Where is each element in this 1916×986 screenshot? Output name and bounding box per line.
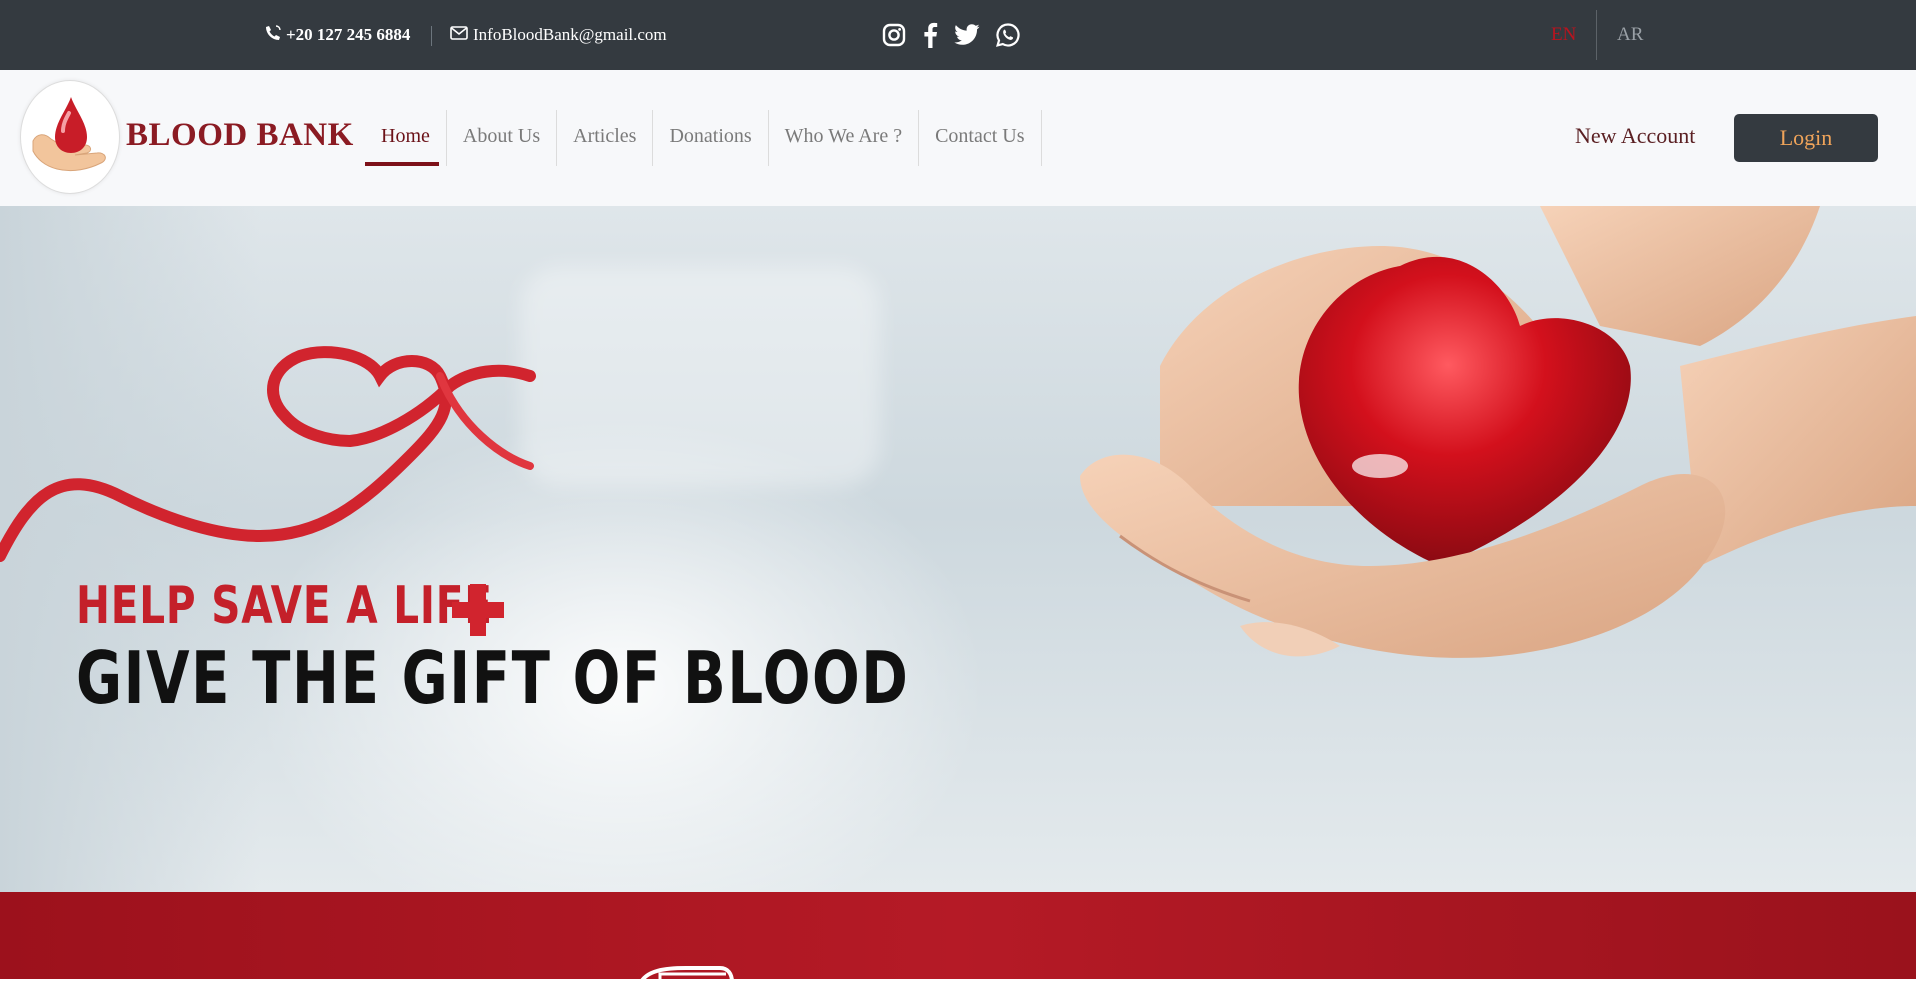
hands-holding-heart-image	[1080, 206, 1916, 658]
social-links	[882, 0, 1020, 70]
nav-contact-us-label: Contact Us	[935, 125, 1025, 147]
login-button[interactable]: Login	[1734, 114, 1878, 162]
whatsapp-icon[interactable]	[996, 23, 1020, 47]
email-contact[interactable]: InfoBloodBank@gmail.com	[450, 0, 667, 70]
hero-slogan: HELP SAVE A LIFE GIVE THE GIFT OF BLOOD	[76, 576, 1145, 718]
blood-drop-hand-icon	[32, 97, 106, 172]
main-header: BLOOD BANK Home About Us Articles Donati…	[0, 70, 1916, 206]
nav-about-us[interactable]: About Us	[447, 110, 558, 166]
nav-articles-label: Articles	[573, 125, 637, 147]
brand-name: BLOOD BANK	[126, 117, 354, 153]
nav-contact-us[interactable]: Contact Us	[919, 110, 1042, 166]
language-ar[interactable]: AR	[1617, 0, 1643, 70]
contact-divider	[431, 26, 432, 46]
twitter-icon[interactable]	[954, 24, 980, 46]
top-bar: +20 127 245 6884 InfoBloodBank@gmail.com…	[0, 0, 1916, 70]
language-divider	[1596, 10, 1597, 60]
phone-icon	[265, 24, 286, 46]
main-nav: Home About Us Articles Donations Who We …	[365, 110, 1042, 166]
nav-home-label: Home	[381, 125, 430, 147]
facebook-icon[interactable]	[922, 22, 938, 48]
heart-ribbon-icon	[0, 346, 536, 562]
nav-articles[interactable]: Articles	[557, 110, 654, 166]
phone-contact[interactable]: +20 127 245 6884	[265, 0, 410, 70]
envelope-icon	[450, 25, 473, 45]
nav-about-us-label: About Us	[462, 125, 541, 147]
nav-who-we-are-label: Who We Are ?	[784, 125, 903, 147]
red-info-section	[0, 892, 1916, 986]
email-address: InfoBloodBank@gmail.com	[473, 25, 667, 44]
instagram-icon[interactable]	[882, 23, 906, 47]
nav-donations-label: Donations	[669, 125, 752, 147]
new-account-link[interactable]: New Account	[1575, 123, 1695, 149]
language-en[interactable]: EN	[1551, 0, 1576, 70]
logo[interactable]	[20, 80, 120, 194]
section-icon	[638, 966, 734, 986]
red-cross-icon	[452, 584, 504, 636]
nav-donations[interactable]: Donations	[653, 110, 769, 166]
phone-number: +20 127 245 6884	[286, 25, 411, 44]
hero-line-2: GIVE THE GIFT OF BLOOD	[76, 636, 910, 720]
hero-background-light	[520, 266, 880, 486]
nav-home[interactable]: Home	[365, 110, 447, 166]
hero-banner: HELP SAVE A LIFE GIVE THE GIFT OF BLOOD	[0, 206, 1916, 892]
nav-who-we-are[interactable]: Who We Are ?	[769, 110, 920, 166]
